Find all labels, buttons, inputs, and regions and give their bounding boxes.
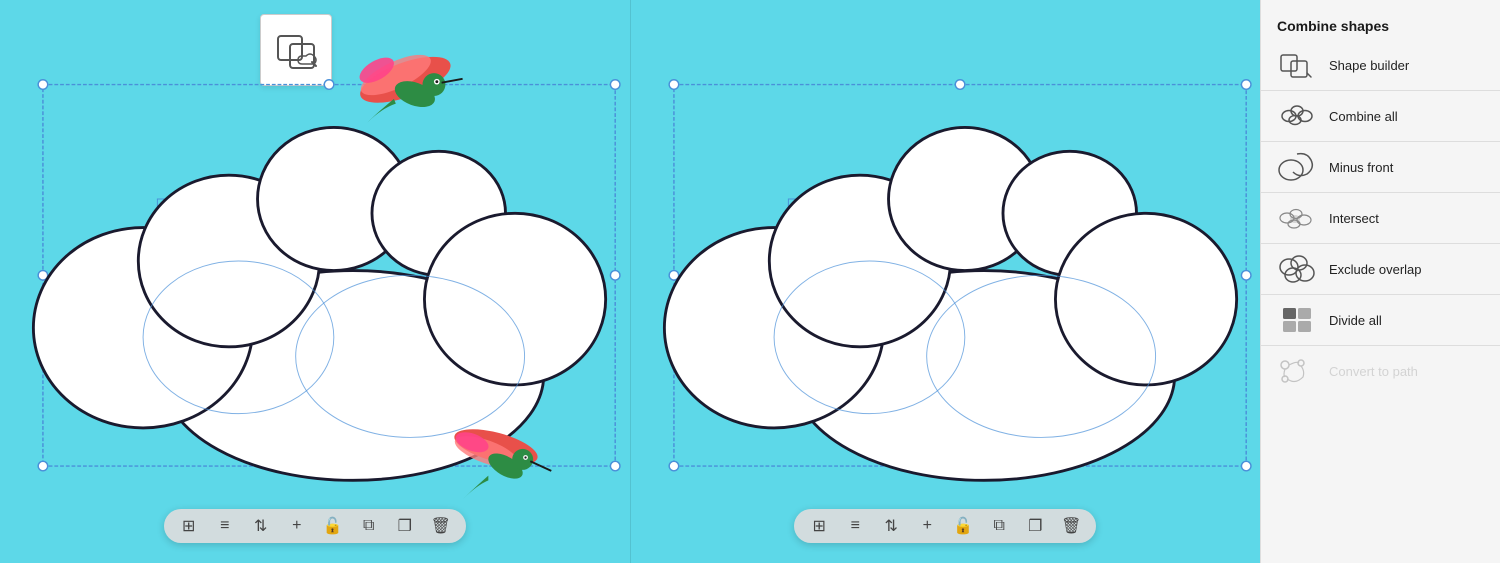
intersect-icon (1277, 203, 1317, 233)
exclude-overlap-icon (1277, 254, 1317, 284)
sidebar-item-shape-builder[interactable]: Shape builder (1261, 44, 1500, 86)
sidebar-item-divide-all[interactable]: Divide all (1261, 299, 1500, 341)
right-toolbar-align-icon[interactable]: ≡ (844, 515, 866, 537)
shape-builder-button[interactable] (260, 14, 332, 86)
right-canvas-panel: ⊞ ≡ ⇅ + 🔓 ⧉ ❐ 🗑 (630, 0, 1261, 563)
shape-builder-label: Shape builder (1329, 58, 1409, 73)
exclude-overlap-label: Exclude overlap (1329, 262, 1422, 277)
toolbar-add-icon[interactable]: + (286, 515, 308, 537)
left-canvas-panel: ⊞ ≡ ⇅ + 🔓 ⧉ ❐ 🗑 (0, 0, 630, 563)
shape-builder-icon (1277, 50, 1317, 80)
right-toolbar-lock-icon[interactable]: 🔓 (952, 515, 974, 537)
toolbar-lock-icon[interactable]: 🔓 (322, 515, 344, 537)
right-toolbar-delete-icon[interactable]: 🗑 (1060, 515, 1082, 537)
right-toolbar-add-icon[interactable]: + (916, 515, 938, 537)
sidebar-item-combine-all[interactable]: Combine all (1261, 95, 1500, 137)
sidebar-item-exclude-overlap[interactable]: Exclude overlap (1261, 248, 1500, 290)
toolbar-group-icon[interactable]: ❐ (394, 515, 416, 537)
divider-4 (1261, 243, 1500, 244)
divide-all-icon (1277, 305, 1317, 335)
sidebar-item-intersect[interactable]: Intersect (1261, 197, 1500, 239)
sidebar-item-convert-to-path[interactable]: Convert to path (1261, 350, 1500, 392)
toolbar-delete-icon[interactable]: 🗑 (430, 515, 452, 537)
divide-all-label: Divide all (1329, 313, 1382, 328)
intersect-label: Intersect (1329, 211, 1379, 226)
toolbar-duplicate-icon[interactable]: ⧉ (358, 515, 380, 537)
right-toolbar-layers-icon[interactable]: ⇅ (880, 515, 902, 537)
sidebar-title: Combine shapes (1261, 12, 1500, 44)
combine-all-label: Combine all (1329, 109, 1398, 124)
convert-to-path-label: Convert to path (1329, 364, 1418, 379)
divider-5 (1261, 294, 1500, 295)
right-toolbar-grid-icon[interactable]: ⊞ (808, 515, 830, 537)
toolbar-align-icon[interactable]: ≡ (214, 515, 236, 537)
convert-to-path-icon (1277, 356, 1317, 386)
sidebar-item-minus-front[interactable]: Minus front (1261, 146, 1500, 188)
right-toolbar: ⊞ ≡ ⇅ + 🔓 ⧉ ❐ 🗑 (794, 509, 1096, 543)
divider-2 (1261, 141, 1500, 142)
toolbar-layers-icon[interactable]: ⇅ (250, 515, 272, 537)
divider-6 (1261, 345, 1500, 346)
combine-shapes-sidebar: Combine shapes Shape builder Combine all (1260, 0, 1500, 563)
right-toolbar-group-icon[interactable]: ❐ (1024, 515, 1046, 537)
right-toolbar-duplicate-icon[interactable]: ⧉ (988, 515, 1010, 537)
left-toolbar: ⊞ ≡ ⇅ + 🔓 ⧉ ❐ 🗑 (164, 509, 466, 543)
minus-front-label: Minus front (1329, 160, 1393, 175)
combine-all-icon (1277, 101, 1317, 131)
minus-front-icon (1277, 152, 1317, 182)
canvas-area: ⊞ ≡ ⇅ + 🔓 ⧉ ❐ 🗑 (0, 0, 1260, 563)
divider-3 (1261, 192, 1500, 193)
divider-1 (1261, 90, 1500, 91)
toolbar-grid-icon[interactable]: ⊞ (178, 515, 200, 537)
